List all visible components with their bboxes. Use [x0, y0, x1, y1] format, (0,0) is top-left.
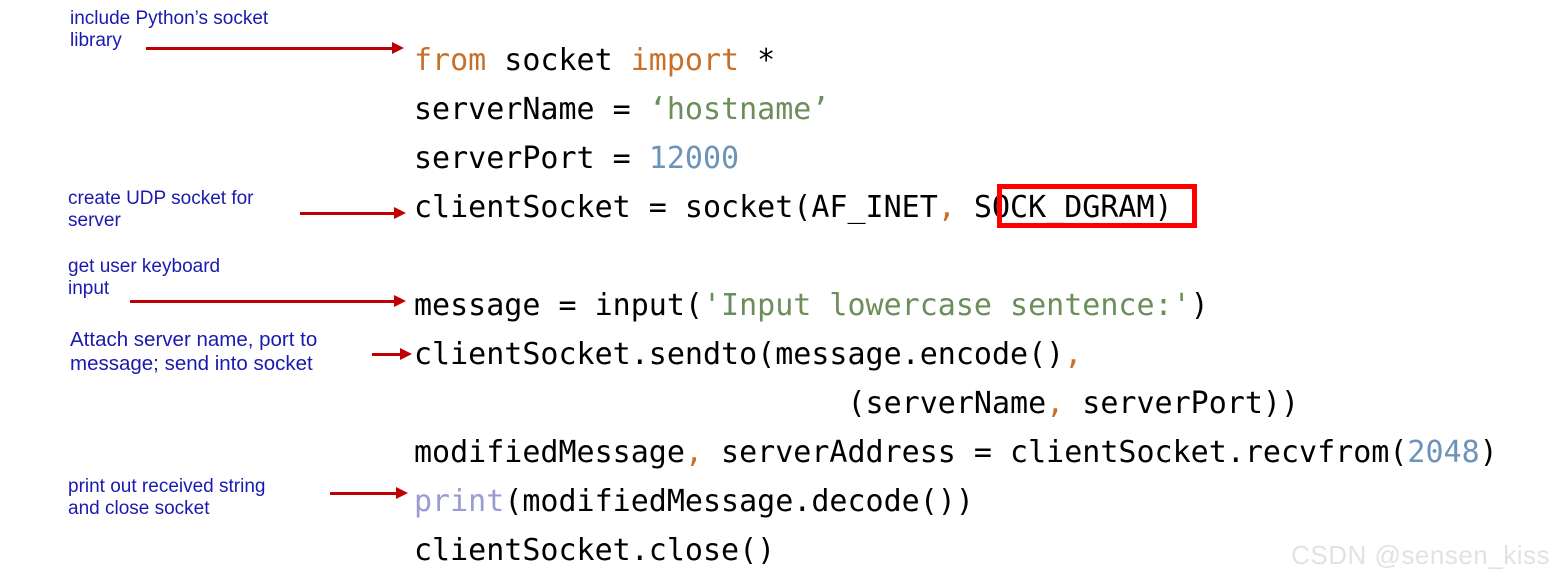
- code-token: ‘hostname’: [648, 92, 830, 127]
- code-block: from socket import * serverName = ‘hostna…: [414, 36, 1498, 575]
- slide-canvas: from socket import * serverName = ‘hostna…: [0, 0, 1566, 579]
- code-token: serverAddress = clientSocket.recvfrom(: [703, 435, 1408, 470]
- annotation-create-socket: create UDP socket for server: [68, 188, 254, 232]
- code-token: serverPort =: [414, 141, 649, 176]
- annotation-include-library: include Python’s socket library: [70, 8, 269, 52]
- code-token: ,: [1046, 386, 1065, 421]
- csdn-watermark: CSDN @sensen_kiss: [1291, 540, 1550, 570]
- sock-dgram-highlight-box: [997, 184, 1197, 228]
- code-token: clientSocket.close(): [414, 533, 776, 568]
- code-token: clientSocket = socket(AF_INET: [414, 190, 938, 225]
- code-token: 'Input lowercase sentence:': [702, 288, 1191, 323]
- line-sendto-cont: (serverName, serverPort)): [414, 379, 1498, 428]
- arrow-head-icon: [394, 207, 406, 219]
- code-token: clientSocket.sendto(message.encode(): [414, 337, 1065, 372]
- code-token: ): [1479, 435, 1498, 470]
- arrow-head-icon: [392, 42, 404, 54]
- code-token: socket: [486, 43, 631, 78]
- code-token: 12000: [648, 141, 740, 176]
- code-token: (serverName: [414, 386, 1047, 421]
- line-import: from socket import *: [414, 36, 1498, 85]
- code-token: ): [1190, 288, 1209, 323]
- arrow-head-icon: [396, 487, 408, 499]
- code-token: modifiedMessage: [414, 435, 685, 470]
- line-socket: clientSocket = socket(AF_INET, SOCK_DGRA…: [414, 183, 1498, 232]
- annotation-keyboard-input: get user keyboard input: [68, 256, 221, 300]
- line-servername: serverName = ‘hostname’: [414, 85, 1498, 134]
- line-blank-1: [414, 232, 1498, 281]
- code-token: ,: [1064, 337, 1083, 372]
- line-input: message = input('Input lowercase sentenc…: [414, 281, 1498, 330]
- code-token: serverName =: [414, 92, 649, 127]
- code-token: 2048: [1407, 435, 1480, 470]
- annotation-attach-address: Attach server name, port to message; sen…: [70, 328, 318, 376]
- code-token: (modifiedMessage.decode()): [504, 484, 974, 519]
- arrow-head-icon: [394, 295, 406, 307]
- code-token: ,: [937, 190, 956, 225]
- line-print: print(modifiedMessage.decode()): [414, 477, 1498, 526]
- code-token: serverPort)): [1064, 386, 1300, 421]
- code-token: print: [414, 484, 505, 519]
- code-token: import: [630, 43, 740, 78]
- code-token: *: [739, 43, 776, 78]
- line-recvfrom: modifiedMessage, serverAddress = clientS…: [414, 428, 1498, 477]
- code-token: message = input(: [414, 288, 703, 323]
- line-sendto: clientSocket.sendto(message.encode(),: [414, 330, 1498, 379]
- code-token: ,: [684, 435, 703, 470]
- line-serverport: serverPort = 12000: [414, 134, 1498, 183]
- annotation-print-close: print out received string and close sock…: [68, 476, 266, 520]
- code-token: from: [414, 43, 487, 78]
- arrow-head-icon: [400, 348, 412, 360]
